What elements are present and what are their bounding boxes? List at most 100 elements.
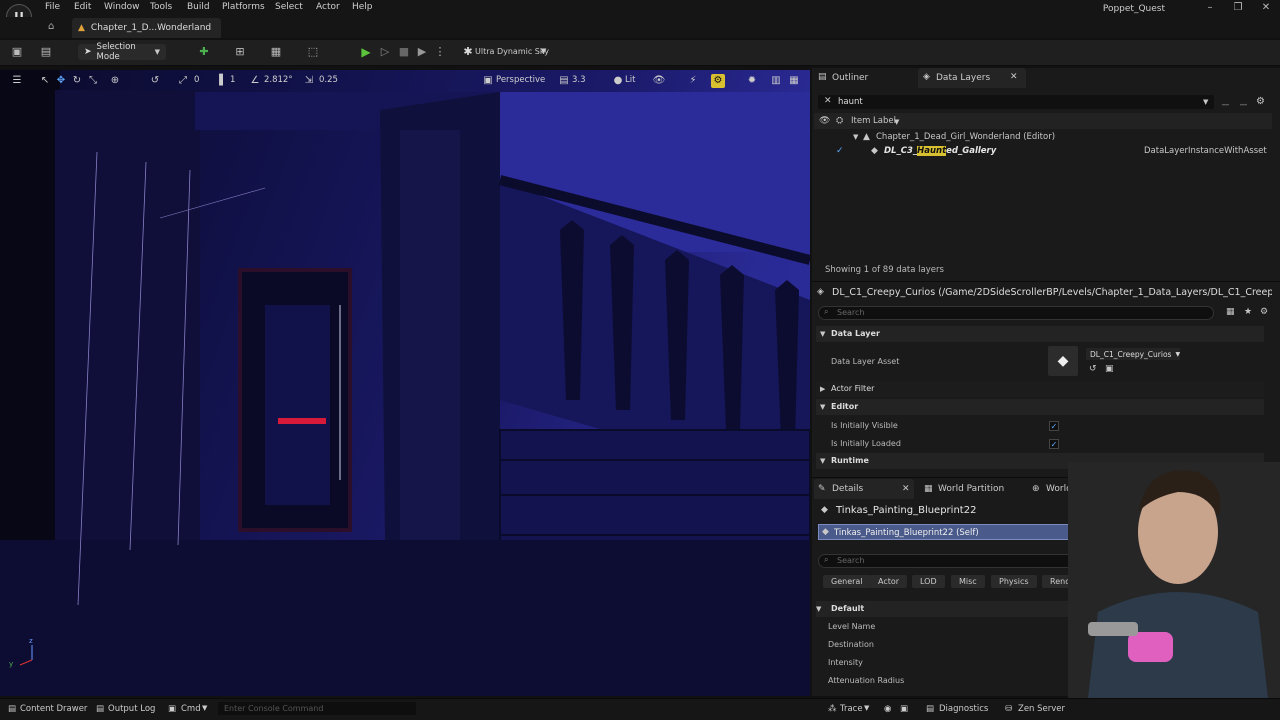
outliner-settings-icon[interactable]: ⚙: [1256, 96, 1265, 107]
menu-file[interactable]: File: [45, 2, 60, 12]
data-layer-asset-dropdown[interactable]: DL_C1_Creepy_Curios ▼: [1086, 348, 1180, 360]
chevron-down-icon[interactable]: ▼: [202, 704, 207, 712]
content-drawer-button[interactable]: Content Drawer: [20, 704, 87, 714]
menu-help[interactable]: Help: [352, 2, 373, 12]
menu-select[interactable]: Select: [275, 2, 303, 12]
remove-layer-icon[interactable]: ▁: [1240, 96, 1247, 106]
settings-icon[interactable]: ✹: [745, 74, 759, 88]
step-icon[interactable]: ▷: [377, 44, 393, 60]
perspective-icon[interactable]: ▣: [481, 74, 495, 88]
modes-icon[interactable]: ⬚: [305, 44, 321, 60]
show-flags-icon[interactable]: 👁: [652, 74, 666, 88]
initially-visible-checkbox[interactable]: ✓: [1049, 421, 1059, 431]
move-tool-icon[interactable]: ✥: [54, 74, 68, 88]
reset-icon[interactable]: ↺: [1089, 364, 1097, 374]
record-icon[interactable]: ◉: [884, 704, 891, 714]
scale-snap-icon[interactable]: ⇲: [302, 74, 316, 88]
camera-speed-value[interactable]: 3.3: [572, 75, 586, 85]
menu-tools[interactable]: Tools: [150, 2, 172, 12]
diagnostics-button[interactable]: Diagnostics: [939, 704, 988, 714]
trace-button[interactable]: Trace: [840, 704, 863, 714]
loaded-check-icon[interactable]: ✓: [836, 146, 844, 156]
grid-snap-icon[interactable]: ⤢: [176, 74, 190, 88]
rotation-snap-icon[interactable]: ▐: [212, 74, 226, 88]
grid-view-icon[interactable]: ▦: [1226, 307, 1235, 317]
visibility-icon[interactable]: 👁: [819, 116, 830, 126]
add-layer-icon[interactable]: ▁: [1222, 96, 1229, 106]
expand-arrow-icon[interactable]: ▼: [820, 457, 825, 465]
tab-world-partition[interactable]: World Partition: [920, 479, 1020, 499]
close-tab-icon[interactable]: ✕: [1010, 72, 1018, 82]
data-layer-search-input[interactable]: Search: [818, 306, 1214, 320]
console-input[interactable]: Enter Console Command: [218, 702, 416, 715]
level-viewport[interactable]: [0, 70, 810, 696]
chevron-down-icon[interactable]: ▼: [1203, 98, 1208, 106]
outliner-parent-item[interactable]: Chapter_1_Dead_Girl_Wonderland (Editor): [876, 132, 1055, 142]
outliner-filter-input[interactable]: [818, 95, 1214, 109]
lit-icon[interactable]: ●: [611, 74, 625, 88]
grid-snap-value[interactable]: 0: [194, 75, 199, 85]
cinematics-icon[interactable]: ▦: [268, 44, 284, 60]
sky-icon[interactable]: ✱: [460, 44, 476, 60]
category-general[interactable]: General: [823, 575, 871, 588]
load-icon[interactable]: ⛭: [836, 116, 843, 126]
menu-actor[interactable]: Actor: [316, 2, 340, 12]
save-icon[interactable]: ▣: [9, 44, 25, 60]
menu-window[interactable]: Window: [104, 2, 140, 12]
close-tab-icon[interactable]: ✕: [902, 484, 910, 494]
ultra-dynamic-sky-label[interactable]: Ultra Dynamic Sky: [475, 47, 549, 56]
chevron-down-icon[interactable]: ▼: [894, 118, 899, 126]
minimize-icon[interactable]: –: [1200, 2, 1220, 13]
initially-loaded-checkbox[interactable]: ✓: [1049, 439, 1059, 449]
expand-arrow-icon[interactable]: ▼: [853, 133, 858, 141]
output-log-button[interactable]: Output Log: [108, 704, 155, 714]
menu-build[interactable]: Build: [187, 2, 210, 12]
clear-filter-icon[interactable]: ✕: [824, 96, 832, 106]
camera-speed-icon[interactable]: ▤: [557, 74, 571, 88]
more-options-icon[interactable]: ⋮: [432, 44, 448, 60]
details-actor-name[interactable]: Tinkas_Painting_Blueprint22: [836, 505, 976, 516]
scale-tool-icon[interactable]: ⤡: [86, 74, 100, 88]
collapse-arrow-icon[interactable]: ▶: [820, 385, 825, 393]
split-layout-icon[interactable]: ▦: [787, 74, 801, 88]
viewport-menu-icon[interactable]: ☰: [10, 74, 24, 88]
screenshot-icon[interactable]: ▣: [900, 704, 908, 714]
play-icon[interactable]: ▶: [358, 44, 374, 60]
selection-mode-dropdown[interactable]: ➤ Selection Mode ▼: [78, 42, 166, 62]
tab-outliner[interactable]: Outliner: [814, 68, 914, 88]
rotation-snap-value[interactable]: 1: [230, 75, 235, 85]
section-editor[interactable]: Editor: [816, 399, 1264, 415]
launch-icon[interactable]: ▶: [414, 44, 430, 60]
category-misc[interactable]: Misc: [951, 575, 985, 588]
chevron-down-icon[interactable]: ▼: [864, 704, 869, 712]
expand-arrow-icon[interactable]: ▼: [816, 605, 821, 613]
category-lod[interactable]: LOD: [912, 575, 945, 588]
browse-asset-icon[interactable]: ▣: [1105, 364, 1114, 374]
tab-details[interactable]: Details: [814, 479, 914, 499]
stop-icon[interactable]: ■: [396, 44, 412, 60]
expand-arrow-icon[interactable]: ▼: [820, 403, 825, 411]
game-view-icon[interactable]: ⚙: [711, 74, 725, 88]
layout-icon[interactable]: ▥: [769, 74, 783, 88]
surface-snap-icon[interactable]: ↺: [148, 74, 162, 88]
scale-snap-value[interactable]: 0.25: [319, 75, 338, 85]
chevron-down-icon[interactable]: ▼: [541, 47, 546, 55]
perspective-dropdown[interactable]: Perspective: [496, 75, 545, 85]
category-physics[interactable]: Physics: [991, 575, 1037, 588]
lit-dropdown[interactable]: Lit: [625, 75, 635, 85]
category-actor[interactable]: Actor: [870, 575, 908, 588]
menu-edit[interactable]: Edit: [74, 2, 91, 12]
rotate-tool-icon[interactable]: ↻: [70, 74, 84, 88]
item-label-column[interactable]: Item Label: [851, 116, 896, 126]
add-actor-icon[interactable]: ✚: [196, 44, 212, 60]
realtime-icon[interactable]: ⚡: [686, 74, 700, 88]
expand-arrow-icon[interactable]: ▼: [820, 330, 825, 338]
section-data-layer[interactable]: Data Layer: [816, 326, 1264, 342]
home-icon[interactable]: ⌂: [48, 21, 54, 32]
data-layer-asset-thumbnail[interactable]: ◆: [1048, 346, 1078, 376]
level-tab[interactable]: ▲ Chapter_1_D...Wonderland: [72, 18, 222, 38]
maximize-icon[interactable]: ❐: [1228, 2, 1248, 13]
cmd-dropdown[interactable]: Cmd: [181, 704, 201, 714]
select-tool-icon[interactable]: ↖: [38, 74, 52, 88]
close-window-icon[interactable]: ✕: [1256, 2, 1276, 13]
